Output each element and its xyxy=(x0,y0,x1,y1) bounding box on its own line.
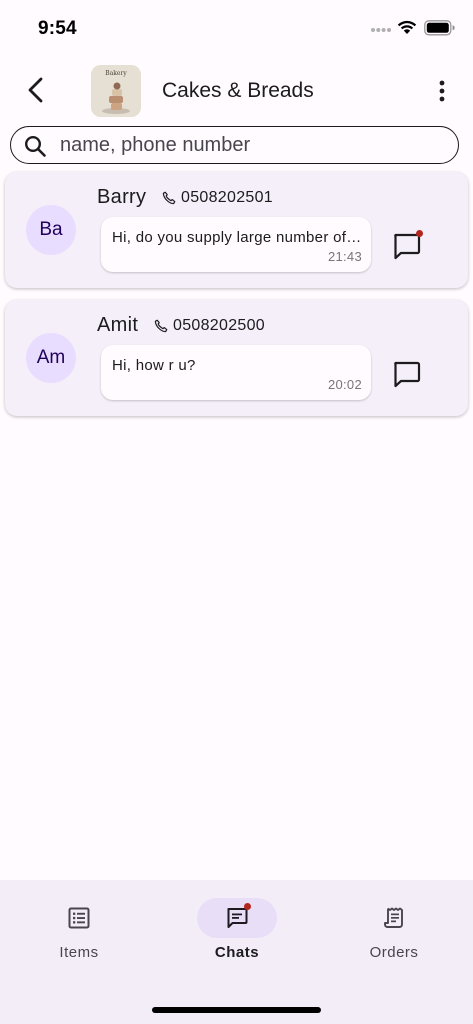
receipt-icon xyxy=(384,907,403,928)
nav-item-chats[interactable]: Chats xyxy=(175,898,285,978)
nav-label: Orders xyxy=(369,944,419,961)
home-indicator[interactable] xyxy=(152,1007,321,1013)
nav-item-orders[interactable]: Orders xyxy=(332,898,442,978)
app-screen: 9:54 Bakery Cakes & Breads name, phone n… xyxy=(0,0,473,1024)
last-message-bubble[interactable]: Hi, how r u? 20:02 xyxy=(101,345,371,400)
last-message-text: Hi, how r u? xyxy=(112,357,196,374)
phone-row[interactable]: 0508202501 xyxy=(162,189,273,207)
phone-icon xyxy=(154,319,168,333)
open-chat-button[interactable] xyxy=(390,229,424,263)
nav-label: Items xyxy=(59,944,99,961)
phone-number: 0508202501 xyxy=(181,189,273,206)
list-icon xyxy=(68,907,90,929)
cellular-dots-icon xyxy=(371,28,391,32)
last-message-bubble[interactable]: Hi, do you supply large number of cakes … xyxy=(101,217,371,272)
back-button[interactable] xyxy=(20,74,52,106)
search-bar[interactable] xyxy=(10,126,459,164)
back-arrow-icon xyxy=(28,77,43,103)
more-vertical-icon xyxy=(439,80,445,102)
avatar: Ba xyxy=(26,205,76,255)
open-chat-button[interactable] xyxy=(390,357,424,391)
status-time: 9:54 xyxy=(38,18,77,39)
logo-text: Bakery xyxy=(105,70,127,77)
search-icon xyxy=(24,135,46,157)
message-time: 20:02 xyxy=(327,377,362,392)
more-options-button[interactable] xyxy=(428,76,456,106)
last-message-text: Hi, do you supply large number of cakes … xyxy=(112,229,362,246)
nav-item-items[interactable]: Items xyxy=(17,898,127,978)
wifi-icon xyxy=(397,20,417,34)
message-time: 21:43 xyxy=(327,249,362,264)
status-bar: 9:54 xyxy=(0,0,473,56)
store-logo[interactable]: Bakery xyxy=(91,65,141,117)
chat-list-item-amit[interactable]: Am Amit 0508202500 Hi, how r u? 20:02 xyxy=(5,300,468,416)
phone-row[interactable]: 0508202500 xyxy=(154,317,265,335)
unread-badge xyxy=(416,230,423,237)
phone-number: 0508202500 xyxy=(173,317,265,334)
bottom-navigation: Items Chats Orders xyxy=(0,880,473,1024)
phone-icon xyxy=(162,191,176,205)
chat-bubble-icon xyxy=(394,361,421,388)
bakery-logo-image: Bakery xyxy=(91,65,141,117)
contact-name: Barry xyxy=(97,186,147,208)
nav-label: Chats xyxy=(214,944,260,961)
battery-icon xyxy=(424,20,455,36)
store-title: Cakes & Breads xyxy=(162,79,314,102)
avatar: Am xyxy=(26,333,76,383)
chat-list-item-barry[interactable]: Ba Barry 0508202501 Hi, do you supply la… xyxy=(5,172,468,288)
app-bar: Bakery Cakes & Breads xyxy=(0,60,473,122)
contact-name: Amit xyxy=(97,314,139,336)
search-input[interactable] xyxy=(60,131,440,159)
chats-badge xyxy=(244,903,251,910)
